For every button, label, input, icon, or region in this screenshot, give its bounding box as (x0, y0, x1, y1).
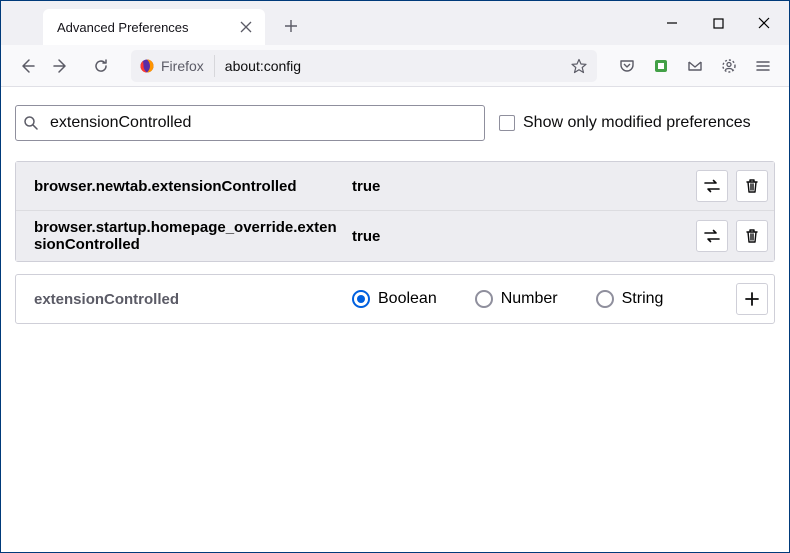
radio-label: Boolean (378, 290, 437, 308)
extension-icon[interactable] (645, 50, 677, 82)
app-menu-button[interactable] (747, 50, 779, 82)
radio-label: Number (501, 290, 558, 308)
new-pref-name: extensionControlled (34, 291, 352, 308)
pref-row[interactable]: browser.startup.homepage_override.extens… (16, 210, 774, 261)
delete-button[interactable] (736, 220, 768, 252)
pref-name: browser.newtab.extensionControlled (34, 178, 352, 195)
firefox-logo-icon (139, 58, 155, 74)
browser-tab[interactable]: Advanced Preferences (43, 9, 265, 45)
search-icon (23, 115, 39, 131)
bookmark-star-icon[interactable] (565, 52, 593, 80)
back-button[interactable] (11, 50, 43, 82)
delete-button[interactable] (736, 170, 768, 202)
pref-row[interactable]: browser.newtab.extensionControlled true (16, 162, 774, 210)
type-radio-group: Boolean Number String (352, 290, 663, 308)
forward-button[interactable] (45, 50, 77, 82)
pocket-icon[interactable] (611, 50, 643, 82)
radio-unselected-icon (475, 290, 493, 308)
url-input[interactable] (215, 58, 565, 74)
new-pref-table: extensionControlled Boolean Number Strin… (15, 274, 775, 324)
radio-boolean[interactable]: Boolean (352, 290, 437, 308)
pref-value: true (352, 178, 696, 195)
search-container (15, 105, 485, 141)
preference-search-input[interactable] (15, 105, 485, 141)
radio-number[interactable]: Number (475, 290, 558, 308)
toggle-button[interactable] (696, 170, 728, 202)
reload-button[interactable] (85, 50, 117, 82)
checkbox-icon[interactable] (499, 115, 515, 131)
window-titlebar: Advanced Preferences (1, 1, 789, 45)
new-tab-button[interactable] (275, 10, 307, 42)
preferences-table: browser.newtab.extensionControlled true … (15, 161, 775, 262)
minimize-button[interactable] (649, 4, 695, 42)
identity-label: Firefox (161, 58, 204, 74)
account-icon[interactable] (713, 50, 745, 82)
pref-value: true (352, 228, 696, 245)
window-controls (649, 4, 787, 42)
toggle-button[interactable] (696, 220, 728, 252)
about-config-content: Show only modified preferences browser.n… (1, 87, 789, 342)
radio-unselected-icon (596, 290, 614, 308)
pref-name: browser.startup.homepage_override.extens… (34, 219, 352, 253)
navigation-toolbar: Firefox (1, 45, 789, 87)
show-modified-only-option[interactable]: Show only modified preferences (499, 114, 751, 132)
inbox-icon[interactable] (679, 50, 711, 82)
close-tab-icon[interactable] (237, 18, 255, 36)
radio-string[interactable]: String (596, 290, 664, 308)
radio-selected-icon (352, 290, 370, 308)
checkbox-label: Show only modified preferences (523, 114, 751, 132)
radio-label: String (622, 290, 664, 308)
new-pref-row: extensionControlled Boolean Number Strin… (16, 275, 774, 323)
add-button[interactable] (736, 283, 768, 315)
url-bar[interactable]: Firefox (131, 50, 597, 82)
identity-box[interactable]: Firefox (139, 55, 215, 77)
tab-title: Advanced Preferences (57, 20, 237, 35)
close-window-button[interactable] (741, 4, 787, 42)
maximize-button[interactable] (695, 4, 741, 42)
